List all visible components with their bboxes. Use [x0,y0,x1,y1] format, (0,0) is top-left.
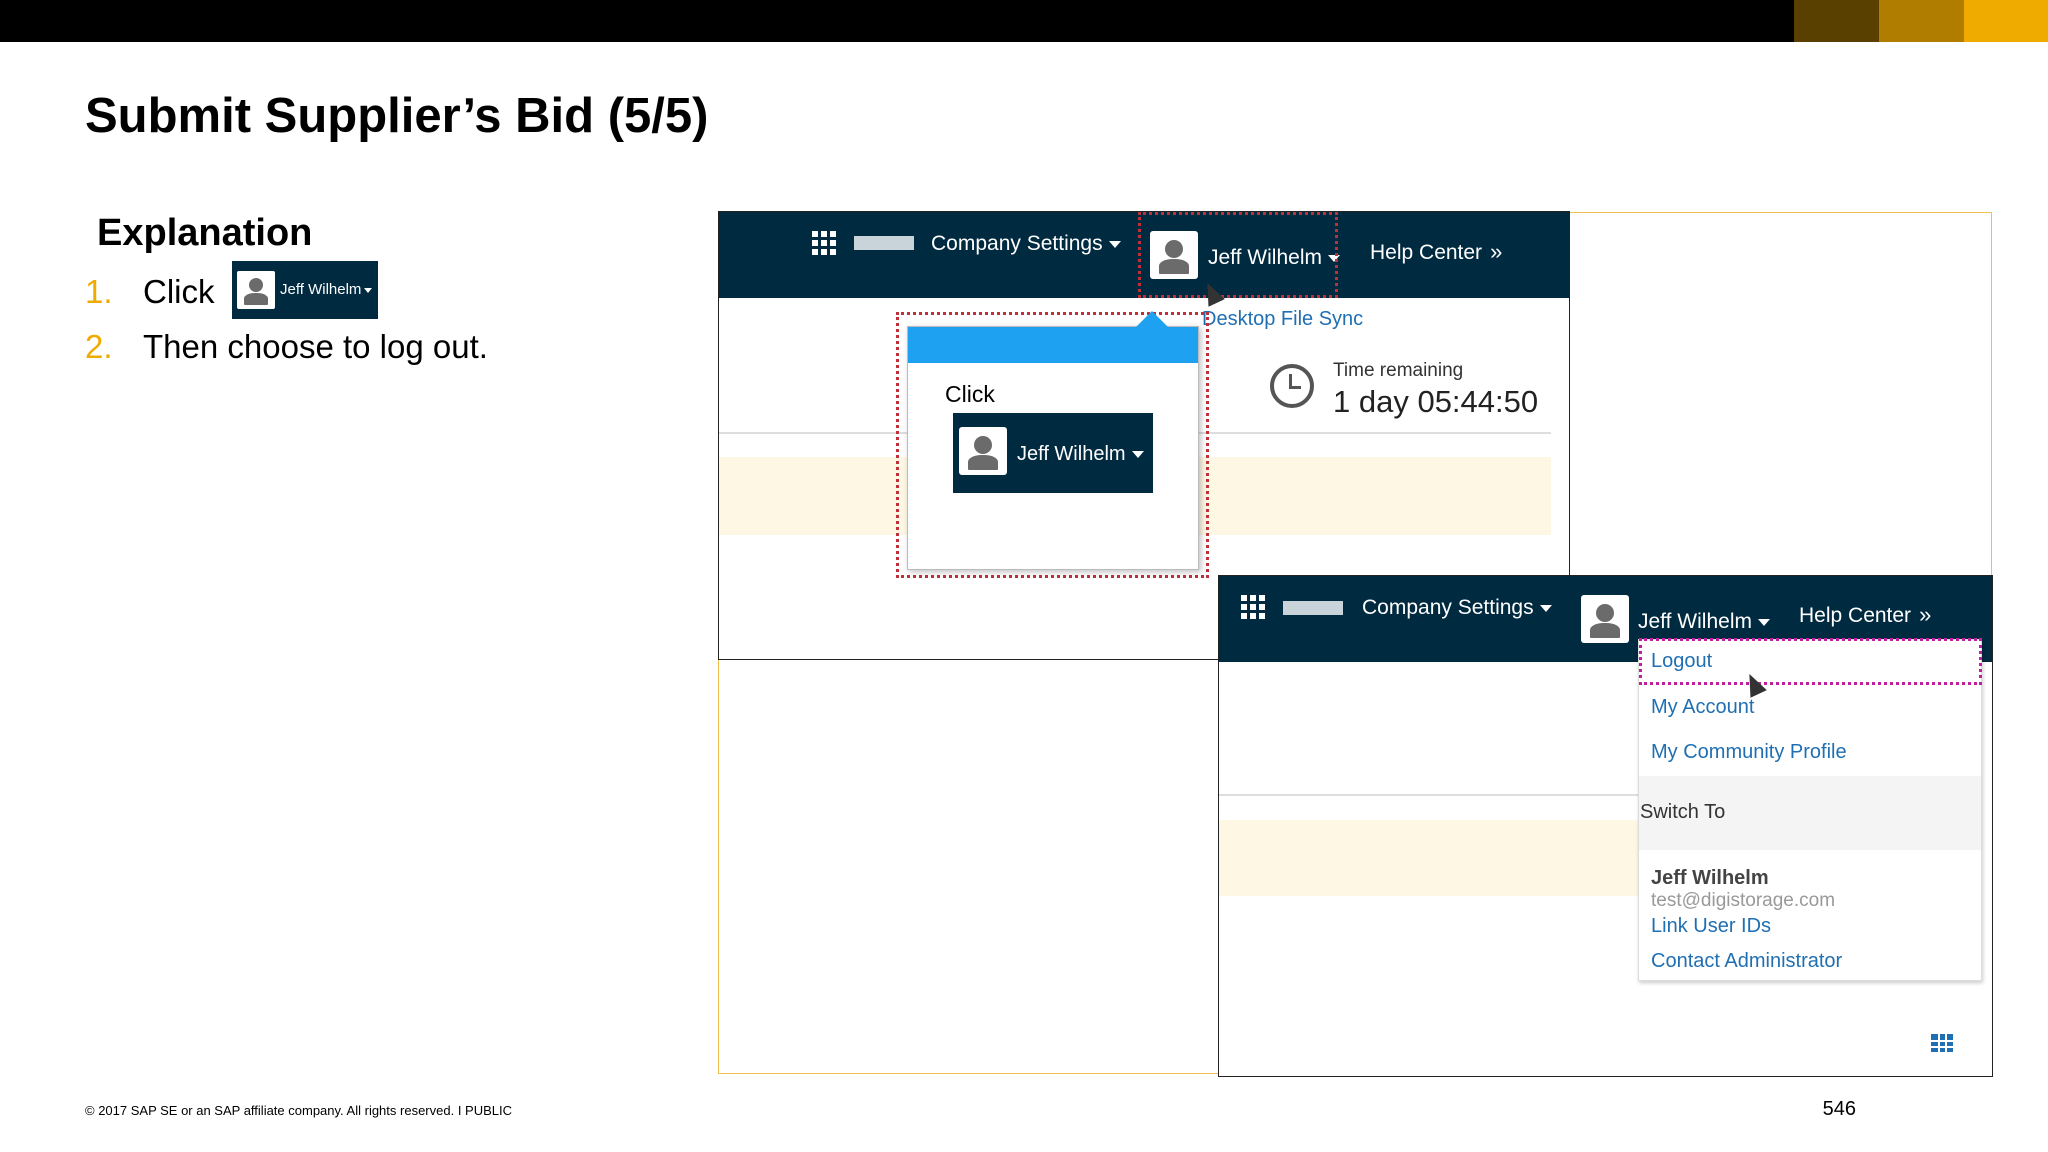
time-remaining-value: 1 day 05:44:50 [1333,384,1539,419]
menu-item-my-community-profile[interactable]: My Community Profile [1651,741,1847,764]
user-avatar-icon[interactable] [1581,595,1629,643]
callout-pointer [1136,311,1168,327]
company-settings-menu[interactable]: Company Settings [931,232,1121,256]
callout-user-button: Jeff Wilhelm [953,413,1153,493]
step-text: Click [143,273,215,310]
brand-square-mid [1879,0,1964,42]
account-email: test@digistorage.com [1651,890,1836,911]
page-number: 546 [1822,1098,1856,1120]
divider [1219,794,1639,796]
explanation-heading: Explanation [97,212,313,254]
callout-user-label: Jeff Wilhelm [1017,443,1144,466]
apps-grid-icon[interactable] [812,231,836,255]
time-remaining-label: Time remaining [1333,360,1464,381]
step-number: 1. [85,273,113,310]
apps-grid-icon[interactable] [1241,595,1265,619]
menu-item-contact-administrator[interactable]: Contact Administrator [1651,950,1842,973]
user-dropdown-menu: Logout My Account My Community Profile S… [1638,639,1982,981]
highlight-row [1219,820,1639,896]
help-center-link[interactable]: Help Center» [1370,239,1502,265]
desktop-file-sync-link[interactable]: Desktop File Sync [1202,308,1363,331]
switch-to-section: Switch To [1639,776,1981,850]
copyright-footer: © 2017 SAP SE or an SAP affiliate compan… [85,1103,513,1118]
company-settings-menu[interactable]: Company Settings [1362,596,1552,620]
company-logo [854,236,914,250]
step-1: 1. Click [85,273,215,311]
step-number: 2. [85,328,113,365]
menu-item-my-account[interactable]: My Account [1651,696,1754,719]
brand-square-dark [1794,0,1879,42]
callout-click-text: Click [945,381,995,407]
callout-box: Click Jeff Wilhelm [907,311,1199,570]
callout-header [908,327,1198,363]
menu-item-link-user-ids[interactable]: Link User IDs [1651,915,1771,938]
top-banner [0,0,2048,42]
user-avatar-icon [237,271,275,309]
user-menu-button-example: Jeff Wilhelm [232,261,378,319]
user-name-label: Jeff Wilhelm [280,281,373,298]
help-center-link[interactable]: Help Center» [1799,602,1931,628]
screenshot-logout-menu: Company Settings Jeff Wilhelm Help Cente… [1218,575,1993,1077]
highlight-user-menu [1138,212,1338,298]
company-logo [1283,601,1343,615]
step-text: Then choose to log out. [143,328,488,365]
account-name[interactable]: Jeff Wilhelm [1651,867,1769,890]
step-2: 2. Then choose to log out. [85,328,488,366]
switch-to-label: Switch To [1640,801,1726,823]
clock-icon [1270,364,1314,408]
user-avatar-icon [959,427,1007,475]
slide-title: Submit Supplier’s Bid (5/5) [85,89,709,143]
user-menu-button[interactable]: Jeff Wilhelm [1638,610,1770,634]
brand-square-light [1964,0,2048,42]
table-icon[interactable] [1931,1034,1953,1052]
highlight-logout [1639,638,1982,685]
